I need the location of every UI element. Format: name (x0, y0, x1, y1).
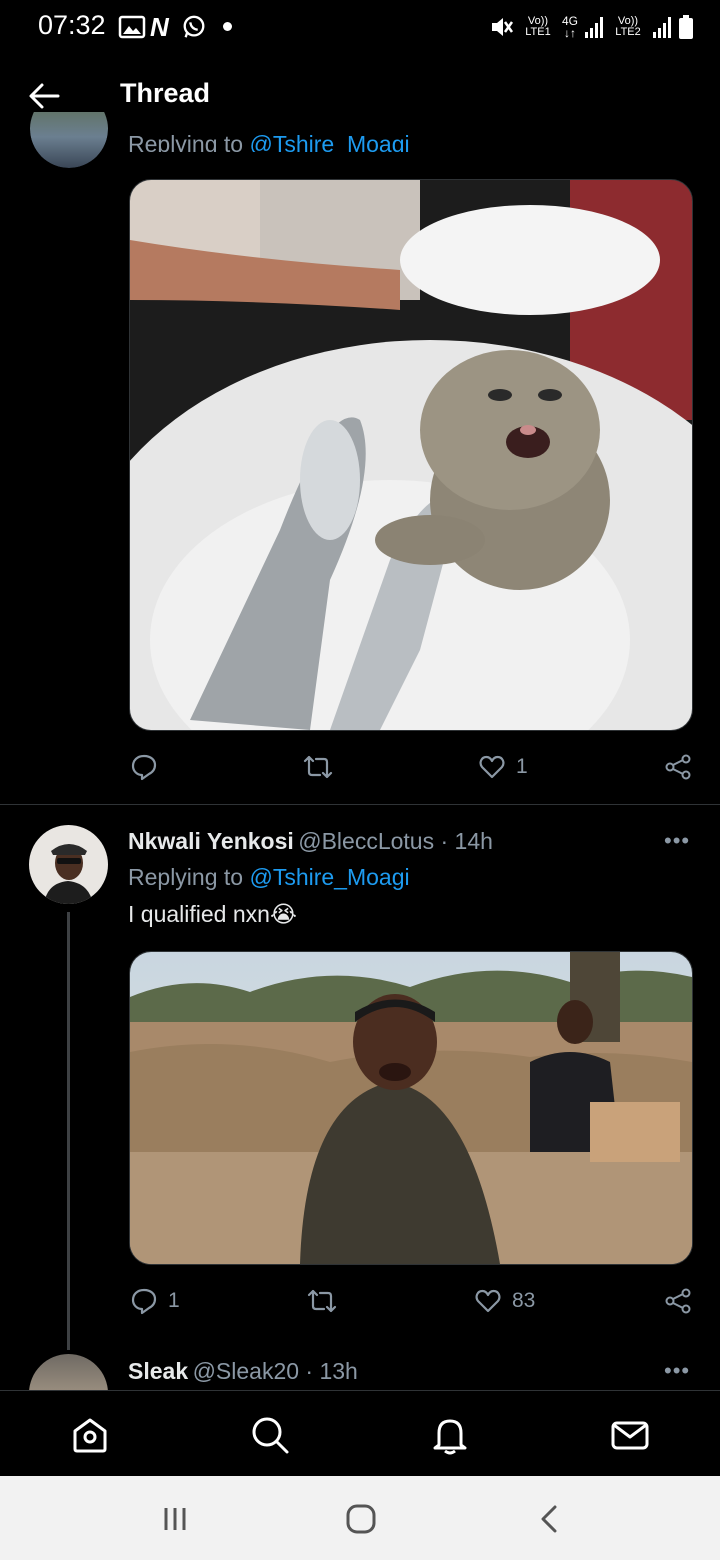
tweet-author-line: Nkwali Yenkosi @BleccLotus · 14h (128, 828, 493, 855)
notifications-icon[interactable] (430, 1415, 470, 1455)
replying-to: Replying to @Tshire_Moagi (128, 124, 410, 152)
signal-1-icon (585, 17, 604, 38)
network-type-label: 4G ↓↑ (562, 14, 579, 40)
divider (0, 804, 720, 805)
avatar[interactable] (29, 1354, 108, 1390)
mute-icon (492, 18, 514, 36)
system-back-icon[interactable] (535, 1503, 565, 1535)
status-time: 07:32 (38, 10, 106, 40)
search-icon[interactable] (250, 1415, 290, 1455)
home-button-icon[interactable] (345, 1503, 377, 1535)
avatar[interactable] (29, 825, 108, 904)
battery-icon (679, 15, 694, 39)
share-icon (665, 1288, 691, 1314)
thread-line (67, 912, 70, 1350)
heart-icon (479, 755, 505, 779)
kitten-photo (130, 180, 692, 730)
n-app-icon: N (150, 12, 169, 42)
reply-icon (131, 1288, 157, 1315)
reply-icon (131, 754, 157, 781)
crying-emoji: 😭 (269, 901, 297, 927)
mention-link[interactable]: @Tshire_Moagi (249, 864, 409, 890)
heart-icon (475, 1289, 501, 1313)
share-button[interactable] (664, 1287, 692, 1315)
display-name[interactable]: Nkwali Yenkosi (128, 828, 294, 854)
notification-dot-icon (223, 22, 232, 31)
retweet-icon (307, 1289, 337, 1313)
crying-man-photo (130, 952, 692, 1264)
signal-2-icon (653, 17, 672, 38)
network-1-label: Vo)) LTE1 (525, 15, 551, 38)
mention-link[interactable]: @Tshire_Moagi (249, 131, 409, 152)
bottom-nav (0, 1390, 720, 1477)
more-options-icon[interactable]: ••• (664, 1358, 690, 1384)
status-bar: 07:32 N Vo)) LTE1 4G ↓↑ Vo)) LTE2 (0, 0, 720, 56)
gallery-icon (118, 15, 146, 39)
more-options-icon[interactable]: ••• (664, 828, 690, 854)
retweet-button[interactable] (302, 753, 334, 781)
messages-icon[interactable] (610, 1415, 650, 1455)
avatar[interactable] (30, 112, 108, 168)
network-2-label: Vo)) LTE2 (615, 15, 641, 38)
back-arrow-icon[interactable] (26, 78, 62, 114)
share-icon (665, 754, 691, 780)
reply-count: 1 (168, 1289, 180, 1312)
display-name[interactable]: Sleak (128, 1358, 188, 1384)
tweet-author-line: Sleak @Sleak20 · 13h (128, 1358, 358, 1385)
whatsapp-icon (183, 15, 205, 38)
like-count: 83 (512, 1289, 536, 1312)
tweet-image[interactable] (129, 179, 693, 731)
page-title: Thread (120, 78, 211, 108)
system-nav-bar (0, 1476, 720, 1560)
handle-time: @Sleak20 · 13h (192, 1358, 358, 1384)
like-button[interactable]: 83 (474, 1287, 535, 1315)
home-icon[interactable] (70, 1415, 110, 1455)
reply-button[interactable]: 1 (130, 1287, 180, 1315)
like-count: 1 (516, 755, 528, 778)
handle-time: @BleccLotus · 14h (298, 828, 493, 854)
retweet-button[interactable] (306, 1287, 338, 1315)
retweet-icon (303, 755, 333, 779)
tweet-text: I qualified nxn😭 (128, 901, 297, 927)
reply-button[interactable] (130, 753, 158, 781)
recent-apps-icon[interactable] (160, 1504, 190, 1534)
like-button[interactable]: 1 (478, 753, 528, 781)
replying-to: Replying to @Tshire_Moagi (128, 864, 410, 890)
share-button[interactable] (664, 753, 692, 781)
status-right: Vo)) LTE1 4G ↓↑ Vo)) LTE2 (490, 14, 694, 40)
tweet-image[interactable] (129, 951, 693, 1265)
